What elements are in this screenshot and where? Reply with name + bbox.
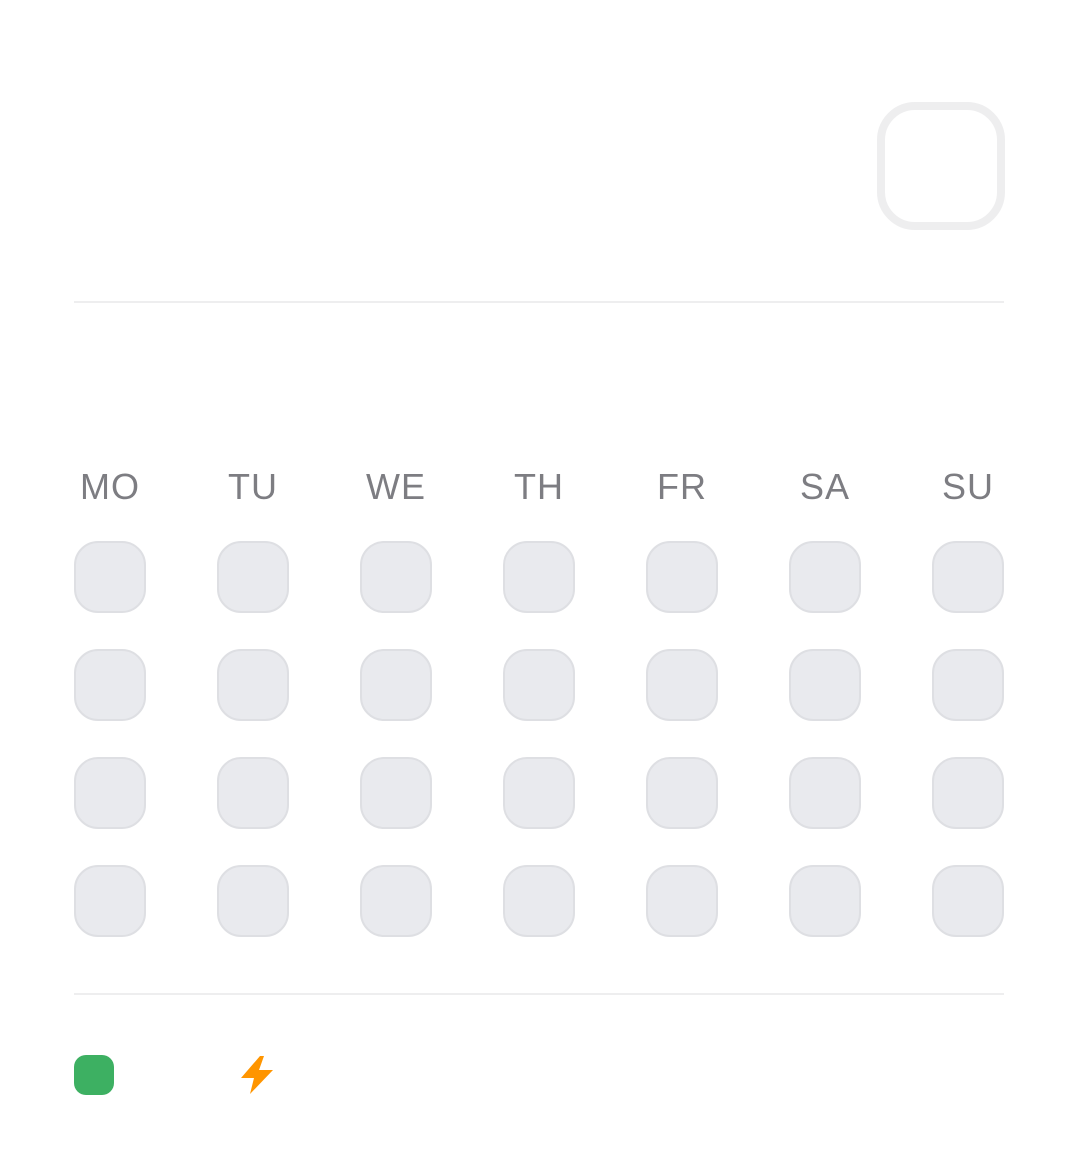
- day-cell[interactable]: [360, 541, 432, 613]
- day-cell[interactable]: [503, 757, 575, 829]
- day-cell[interactable]: [646, 649, 718, 721]
- day-cell[interactable]: [217, 757, 289, 829]
- day-cell[interactable]: [74, 757, 146, 829]
- day-cell[interactable]: [932, 865, 1004, 937]
- day-cell[interactable]: [932, 541, 1004, 613]
- day-cell[interactable]: [74, 649, 146, 721]
- day-cell[interactable]: [74, 541, 146, 613]
- day-cell[interactable]: [503, 541, 575, 613]
- day-cell[interactable]: [789, 541, 861, 613]
- day-cell[interactable]: [360, 865, 432, 937]
- weekday-label-fr: FR: [657, 466, 707, 507]
- day-cell[interactable]: [646, 865, 718, 937]
- day-cell[interactable]: [789, 865, 861, 937]
- day-cell[interactable]: [503, 649, 575, 721]
- green-square-icon: [74, 1055, 114, 1095]
- weekday-label-th: TH: [514, 466, 564, 507]
- day-cell[interactable]: [646, 757, 718, 829]
- day-cell[interactable]: [74, 865, 146, 937]
- day-cell[interactable]: [789, 757, 861, 829]
- weekday-label-su: SU: [941, 466, 994, 507]
- day-cell[interactable]: [646, 541, 718, 613]
- day-cell[interactable]: [503, 865, 575, 937]
- empty-square-icon[interactable]: [877, 102, 1005, 230]
- weekday-header: MO TU WE TH FR SA SU: [74, 466, 1004, 508]
- day-cell[interactable]: [932, 649, 1004, 721]
- day-cell[interactable]: [932, 757, 1004, 829]
- day-cell[interactable]: [360, 649, 432, 721]
- divider: [74, 301, 1004, 303]
- weekday-label-tu: TU: [228, 466, 278, 507]
- lightning-bolt-icon: [241, 1056, 273, 1094]
- day-cell[interactable]: [217, 865, 289, 937]
- day-cell[interactable]: [360, 757, 432, 829]
- weekday-label-mo: MO: [80, 466, 140, 507]
- day-cell[interactable]: [789, 649, 861, 721]
- weekday-label-we: WE: [366, 466, 426, 507]
- divider: [74, 993, 1004, 995]
- weekday-label-sa: SA: [799, 466, 851, 507]
- day-cell[interactable]: [217, 649, 289, 721]
- day-cell[interactable]: [217, 541, 289, 613]
- legend: [74, 1055, 1004, 1095]
